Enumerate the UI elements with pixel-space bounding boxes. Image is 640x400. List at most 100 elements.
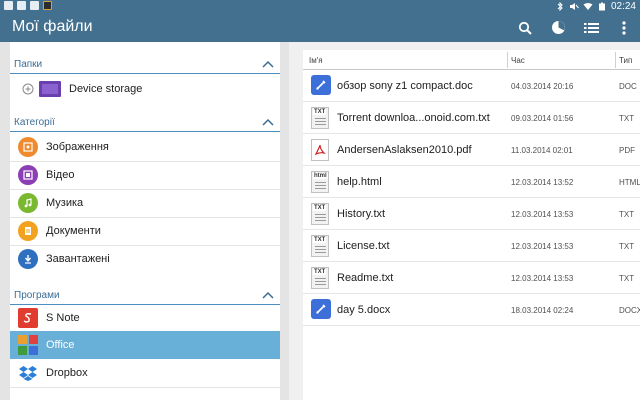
folder-label: Device storage — [69, 83, 143, 95]
file-name: License.txt — [337, 240, 390, 252]
file-row[interactable]: TXT History.txt 12.03.2014 13:53 TXT — [303, 198, 640, 230]
file-name: обзор sony z1 compact.doc — [337, 80, 473, 92]
folder-item-device-storage[interactable]: Device storage — [10, 75, 280, 103]
file-time: 04.03.2014 20:16 — [511, 82, 574, 91]
file-type: DOCX — [619, 306, 640, 315]
app-item-dropbox[interactable]: Dropbox — [10, 359, 280, 387]
file-row[interactable]: TXT License.txt 12.03.2014 13:53 TXT — [303, 230, 640, 262]
text-file-icon: TXT — [311, 107, 331, 129]
file-time: 12.03.2014 13:53 — [511, 210, 574, 219]
download-icon — [18, 249, 38, 269]
file-time: 18.03.2014 02:24 — [511, 306, 574, 315]
category-label: Зображення — [46, 141, 109, 153]
file-name: History.txt — [337, 208, 386, 220]
app-item-s-note[interactable]: S Note — [10, 304, 280, 332]
file-time: 12.03.2014 13:53 — [511, 242, 574, 251]
bluetooth-icon — [557, 2, 563, 11]
expand-plus-icon[interactable] — [22, 83, 34, 95]
app-label: Dropbox — [46, 367, 88, 379]
file-name: Torrent downloa...onoid.com.txt — [337, 112, 490, 124]
file-time: 12.03.2014 13:52 — [511, 178, 574, 187]
s-note-icon — [18, 308, 38, 328]
file-row[interactable]: AndersenAslaksen2010.pdf 11.03.2014 02:01… — [303, 134, 640, 166]
file-type: HTML — [619, 178, 640, 187]
column-time-header[interactable]: Час — [511, 56, 525, 65]
office-icon — [18, 335, 38, 355]
file-name: day 5.docx — [337, 304, 391, 316]
file-name: help.html — [337, 176, 382, 188]
file-type: TXT — [619, 210, 635, 219]
navigation-panel: Папки Device storage Категорії Зображенн… — [10, 42, 280, 400]
status-clock: 02:24 — [610, 1, 636, 12]
category-item-music[interactable]: Музика — [10, 189, 280, 217]
column-separator — [615, 52, 616, 68]
category-label: Музика — [46, 197, 84, 209]
action-bar: Мої файли — [0, 13, 640, 42]
message-notification-icon — [30, 1, 39, 10]
file-name: AndersenAslaksen2010.pdf — [337, 144, 472, 156]
documents-icon — [18, 221, 38, 241]
more-menu-icon[interactable] — [614, 18, 634, 38]
categories-header-label: Категорії — [14, 117, 55, 128]
file-row[interactable]: TXT Readme.txt 12.03.2014 13:53 TXT — [303, 262, 640, 294]
chevron-up-icon — [262, 118, 274, 126]
image-notification-icon — [17, 1, 26, 10]
text-file-icon: TXT — [311, 267, 331, 289]
file-type: PDF — [619, 146, 635, 155]
html-file-icon: html — [311, 171, 331, 193]
pdf-file-icon — [311, 139, 331, 161]
status-bar: 02:24 — [0, 0, 640, 13]
notification-icons — [4, 1, 52, 10]
category-item-video[interactable]: Відео — [10, 161, 280, 189]
chevron-up-icon — [262, 60, 274, 68]
video-icon — [18, 165, 38, 185]
file-name: Readme.txt — [337, 272, 394, 284]
app-label: Office — [46, 339, 75, 351]
screenshot-notification-icon — [4, 1, 13, 10]
file-time: 12.03.2014 13:53 — [511, 274, 574, 283]
file-type: TXT — [619, 242, 635, 251]
list-view-icon[interactable] — [581, 18, 601, 38]
folders-header-label: Папки — [14, 59, 43, 70]
column-type-header[interactable]: Тип — [619, 56, 632, 65]
apps-section-header[interactable]: Програми — [10, 287, 280, 305]
category-label: Відео — [46, 169, 75, 181]
category-item-downloads[interactable]: Завантажені — [10, 245, 280, 273]
file-type: DOC — [619, 82, 637, 91]
search-icon[interactable] — [515, 18, 535, 38]
file-time: 09.03.2014 01:56 — [511, 114, 574, 123]
category-label: Документи — [46, 225, 101, 237]
word-document-icon — [311, 299, 331, 321]
file-row[interactable]: TXT Torrent downloa...onoid.com.txt 09.03.… — [303, 102, 640, 134]
device-storage-icon — [39, 81, 61, 97]
battery-icon — [598, 2, 605, 11]
category-item-documents[interactable]: Документи — [10, 217, 280, 245]
category-label: Завантажені — [46, 253, 110, 265]
word-document-icon — [311, 75, 331, 97]
file-row[interactable]: day 5.docx 18.03.2014 02:24 DOCX — [303, 294, 640, 326]
categories-section-header[interactable]: Категорії — [10, 114, 280, 132]
folders-section-header[interactable]: Папки — [10, 56, 280, 74]
app-item-office[interactable]: Office — [10, 331, 280, 359]
storage-usage-icon[interactable] — [548, 18, 568, 38]
file-list-header: Ім'я Час Тип — [303, 50, 640, 70]
mute-icon — [569, 3, 579, 10]
app-title: Мої файли — [12, 18, 93, 35]
file-type: TXT — [619, 114, 635, 123]
divider — [10, 387, 280, 388]
apps-header-label: Програми — [14, 290, 60, 301]
file-row[interactable]: html help.html 12.03.2014 13:52 HTML — [303, 166, 640, 198]
text-file-icon: TXT — [311, 203, 331, 225]
wifi-icon — [583, 3, 593, 10]
text-file-icon: TXT — [311, 235, 331, 257]
dropbox-icon — [18, 363, 38, 383]
app-label: S Note — [46, 312, 80, 324]
file-type: TXT — [619, 274, 635, 283]
chevron-up-icon — [262, 291, 274, 299]
column-name-header[interactable]: Ім'я — [309, 56, 323, 65]
file-list-pane: Ім'я Час Тип обзор sony z1 compact.doc 04… — [289, 42, 640, 400]
navigation-drawer: Папки Device storage Категорії Зображенн… — [0, 42, 289, 400]
file-row[interactable]: обзор sony z1 compact.doc 04.03.2014 20:1… — [303, 70, 640, 102]
category-item-images[interactable]: Зображення — [10, 133, 280, 161]
file-list: Ім'я Час Тип обзор sony z1 compact.doc 04… — [303, 50, 640, 400]
